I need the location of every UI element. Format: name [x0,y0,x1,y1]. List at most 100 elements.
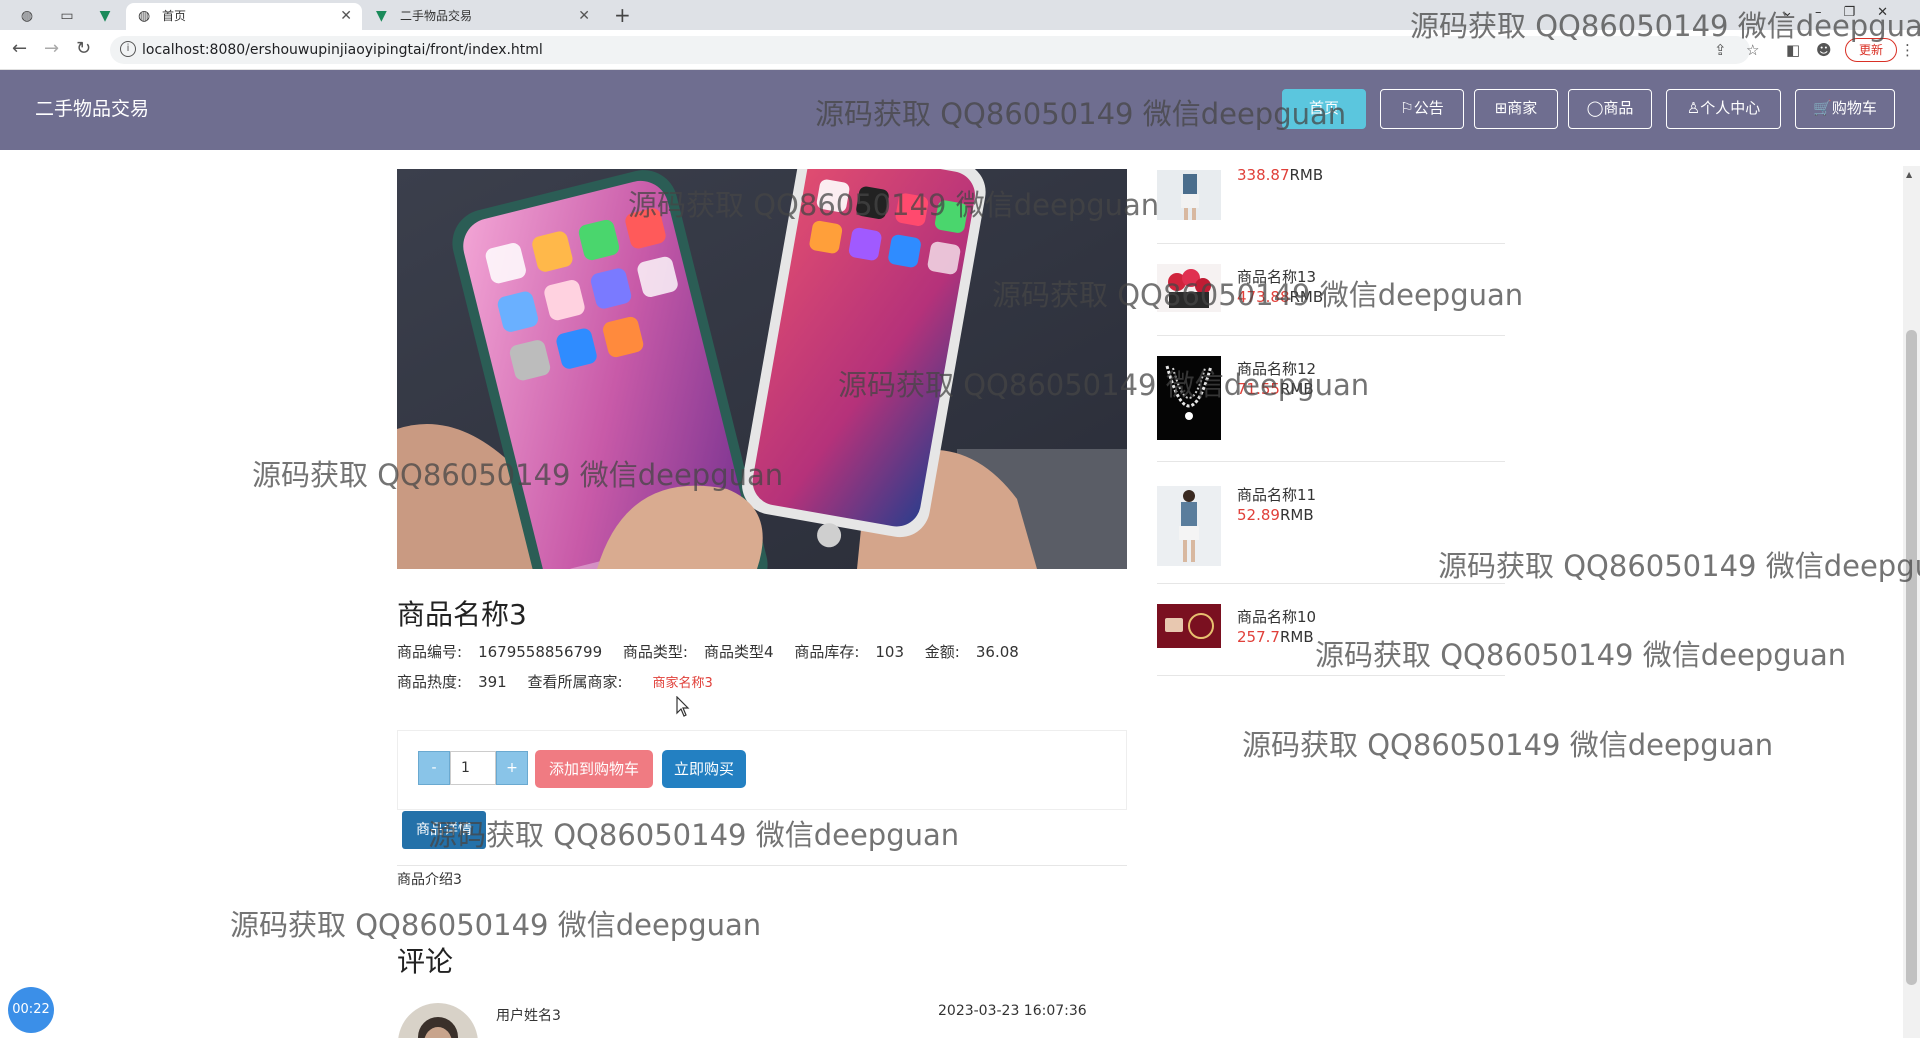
nav-personal-center[interactable]: ♙个人中心 [1666,89,1781,129]
vue-icon: ▼ [376,8,387,24]
product-code: 1679558856799 [478,643,603,661]
nav-merchant[interactable]: ⊞商家 [1474,89,1558,129]
comment-time: 2023-03-23 16:07:36 [938,1003,1087,1019]
watermark-text: 源码获取 QQ86050149 微信deepguan [1438,549,1920,583]
forward-icon[interactable]: → [44,39,59,59]
close-icon[interactable]: ✕ [340,3,352,30]
price-unit: RMB [1279,380,1314,398]
product-stock: 103 [875,643,905,661]
nav-cart[interactable]: 🛒购物车 [1795,89,1895,129]
phones-in-hands-photo [397,169,1127,569]
product-name[interactable]: 商品名称10 [1237,606,1316,627]
divider [397,865,1127,866]
list-item[interactable]: 商品名称13 473.88RMB [1157,244,1505,336]
product-price: 257.7RMB [1237,628,1314,646]
roses-photo [1157,264,1221,312]
new-tab-icon[interactable]: + [614,2,631,28]
product-name[interactable]: 商品名称13 [1237,266,1316,287]
avatar-photo [398,1003,478,1038]
heat-label: 商品热度: [397,673,463,691]
site-logo[interactable]: 二手物品交易 [35,70,149,148]
pinned-tab-globe-icon[interactable]: ◍ [12,4,42,28]
comments-title: 评论 [397,945,454,978]
watermark-text: 源码获取 QQ86050149 微信deepguan [1242,728,1774,762]
list-item[interactable]: 338.87RMB [1157,166,1505,244]
watermark-text: 源码获取 QQ86050149 微信deepguan [230,908,762,942]
product-title: 商品名称3 [397,598,527,631]
browser-toolbar: ← → ↻ i localhost:8080/ershouwupinjiaoyi… [0,30,1920,70]
seller-link[interactable]: 商家名称3 [653,676,713,691]
price-value: 71.55 [1237,380,1280,398]
quantity-input[interactable]: 1 [450,751,496,785]
price-unit: RMB [1279,628,1314,646]
back-icon[interactable]: ← [12,39,27,59]
seller-label: 查看所属商家: [527,673,623,691]
reload-icon[interactable]: ↻ [76,39,91,59]
tab-product-detail[interactable]: 商品详情 [402,811,486,849]
product-price: 338.87RMB [1237,166,1323,184]
product-meta-row-1: 商品编号: 1679558856799 商品类型: 商品类型4 商品库存: 103 金… [397,641,1035,662]
product-meta-row-2: 商品热度: 391 查看所属商家: 商家名称3 [397,671,729,692]
pinned-tab-page-icon[interactable]: ▭ [52,4,82,28]
product-thumbnail[interactable] [1157,486,1221,566]
product-heat: 391 [478,673,507,691]
stock-label: 商品库存: [794,643,860,661]
product-price: 473.88RMB [1237,288,1323,306]
product-thumbnail[interactable] [1157,604,1221,648]
profile-icon[interactable]: ☻ [1816,42,1832,58]
quantity-minus-button[interactable]: - [418,751,450,785]
price-value: 257.7 [1237,628,1280,646]
price-value: 338.87 [1237,166,1290,184]
tab-label: 二手物品交易 [400,9,473,23]
comment-user-name: 用户姓名3 [496,1008,561,1024]
tab-label: 首页 [162,9,187,23]
list-item[interactable]: 商品名称12 71.55RMB [1157,336,1505,462]
product-thumbnail[interactable] [1157,170,1221,234]
scroll-up-arrow-icon[interactable]: ▲ [1906,170,1912,179]
nav-announcement[interactable]: ⚐公告 [1380,89,1464,129]
watermark-text: 源码获取 QQ86050149 微信deepguan [428,818,960,852]
product-name[interactable]: 商品名称12 [1237,358,1316,379]
code-label: 商品编号: [397,643,463,661]
menu-icon[interactable]: ⋮ [1900,42,1915,58]
necklace-photo [1157,356,1221,440]
buy-now-button[interactable]: 立即购买 [662,750,746,788]
nav-product[interactable]: ◯商品 [1568,89,1652,129]
globe-icon: ◍ [138,8,151,24]
price-value: 52.89 [1237,506,1280,524]
nav-home[interactable]: 首页 [1282,89,1366,129]
browser-tab-home[interactable]: ◍ 首页 ✕ [126,3,362,30]
price-value: 473.88 [1237,288,1290,306]
product-thumbnail[interactable] [1157,264,1221,312]
add-to-cart-button[interactable]: 添加到购物车 [535,750,653,788]
price-unit: RMB [1279,506,1314,524]
address-bar[interactable]: i localhost:8080/ershouwupinjiaoyipingta… [110,36,1750,64]
star-icon[interactable]: ☆ [1746,42,1759,58]
product-type: 商品类型4 [703,643,774,661]
product-price: 52.89RMB [1237,506,1314,524]
product-price: 71.55RMB [1237,380,1314,398]
list-item[interactable]: 商品名称10 257.7RMB [1157,584,1505,676]
close-icon[interactable]: ✕ [578,3,590,30]
share-icon[interactable]: ⇪ [1714,42,1727,58]
browser-window: { "browser": { "tabs": [ {"label": "首页",… [0,0,1920,1038]
type-label: 商品类型: [622,643,688,661]
price-unit: RMB [1289,166,1324,184]
update-button[interactable]: 更新 [1845,38,1897,62]
info-icon[interactable]: i [120,41,136,57]
product-name[interactable]: 商品名称11 [1237,484,1316,505]
price-unit: RMB [1289,288,1324,306]
pinned-tab-vue-icon[interactable]: ▼ [90,4,120,28]
page-scrollbar-thumb[interactable] [1906,330,1917,985]
list-item[interactable]: 商品名称11 52.89RMB [1157,462,1505,584]
site-header: 二手物品交易 首页 ⚐公告 ⊞商家 ◯商品 ♙个人中心 🛒购物车 [0,70,1920,150]
fashion-photo [1157,486,1221,566]
sidepanel-icon[interactable]: ◧ [1786,42,1800,58]
window-controls[interactable]: ⌄–❐✕ [1782,0,1910,26]
product-thumbnail[interactable] [1157,356,1221,440]
product-main-image [397,169,1127,569]
url-text[interactable]: localhost:8080/ershouwupinjiaoyipingtai/… [142,36,543,64]
browser-tab-market[interactable]: ▼ 二手物品交易 ✕ [364,3,600,30]
recording-timer-badge: 00:22 [8,987,54,1033]
quantity-plus-button[interactable]: + [496,751,528,785]
